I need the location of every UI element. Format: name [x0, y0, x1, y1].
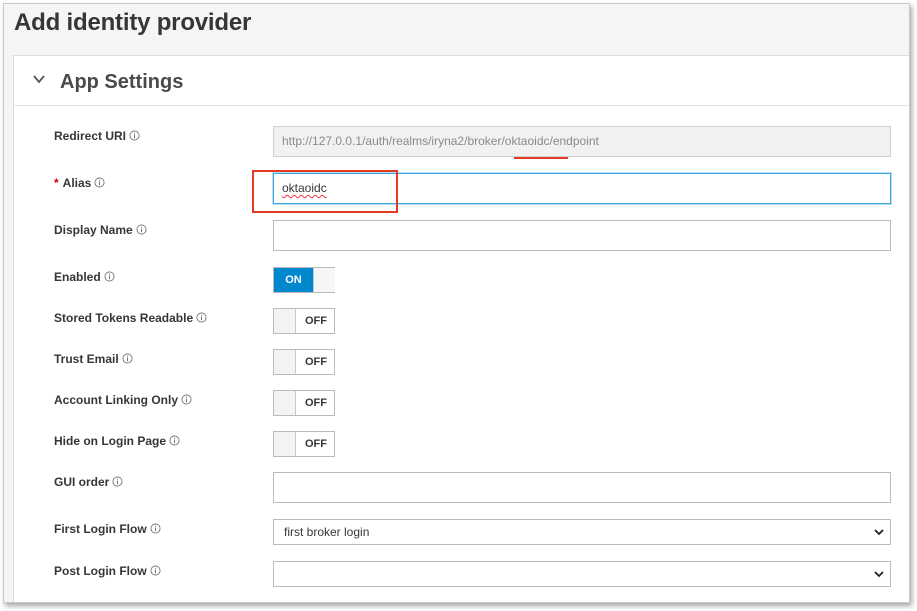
toggle-knob: [274, 350, 296, 374]
toggle-knob: [313, 268, 335, 292]
toggle-knob: [274, 391, 296, 415]
section-title: App Settings: [60, 71, 184, 93]
required-marker: *: [54, 176, 59, 190]
toggle-state: ON: [274, 268, 313, 292]
panel-header[interactable]: App Settings: [14, 56, 909, 106]
app-settings-panel: App Settings Redirect URI http://127.0.0…: [13, 55, 909, 602]
info-icon[interactable]: [104, 271, 115, 282]
display-name-input[interactable]: [273, 220, 891, 251]
app-frame: Add identity provider App Settings Redir…: [3, 3, 910, 603]
enabled-label: Enabled: [54, 270, 115, 284]
info-icon[interactable]: [129, 130, 140, 141]
info-icon[interactable]: [150, 523, 161, 534]
info-icon[interactable]: [196, 312, 207, 323]
alias-label: * Alias: [54, 176, 105, 190]
info-icon[interactable]: [136, 224, 147, 235]
info-icon[interactable]: [169, 435, 180, 446]
post-login-flow-label: Post Login Flow: [54, 564, 161, 578]
account-linking-only-toggle[interactable]: OFF: [273, 390, 335, 416]
chevron-down-icon[interactable]: [32, 72, 46, 86]
post-login-flow-select[interactable]: [273, 561, 891, 587]
page-title: Add identity provider: [14, 9, 252, 36]
caret-down-icon: [874, 529, 884, 536]
annotation-underline: [514, 157, 568, 159]
info-icon[interactable]: [94, 177, 105, 188]
redirect-uri-field[interactable]: http://127.0.0.1/auth/realms/iryna2/brok…: [273, 126, 891, 157]
caret-down-icon: [874, 571, 884, 578]
info-icon[interactable]: [150, 565, 161, 576]
toggle-state: OFF: [305, 356, 327, 368]
gui-order-input[interactable]: [273, 472, 891, 503]
trust-email-label: Trust Email: [54, 352, 133, 366]
stored-tokens-readable-toggle[interactable]: OFF: [273, 308, 335, 334]
stored-tokens-readable-label: Stored Tokens Readable: [54, 311, 207, 325]
display-name-label: Display Name: [54, 223, 147, 237]
enabled-toggle[interactable]: ON: [273, 267, 335, 293]
toggle-knob: [274, 309, 296, 333]
first-login-flow-label: First Login Flow: [54, 522, 161, 536]
hide-on-login-page-label: Hide on Login Page: [54, 434, 180, 448]
first-login-flow-select[interactable]: first broker login: [273, 519, 891, 545]
info-icon[interactable]: [122, 353, 133, 364]
account-linking-only-label: Account Linking Only: [54, 393, 192, 407]
first-login-flow-value: first broker login: [284, 525, 370, 539]
info-icon[interactable]: [112, 476, 123, 487]
toggle-state: OFF: [305, 315, 327, 327]
toggle-state: OFF: [305, 438, 327, 450]
redirect-uri-label: Redirect URI: [54, 129, 140, 143]
trust-email-toggle[interactable]: OFF: [273, 349, 335, 375]
annotation-highlight-box: [252, 170, 398, 213]
gui-order-label: GUI order: [54, 475, 123, 489]
hide-on-login-page-toggle[interactable]: OFF: [273, 431, 335, 457]
info-icon[interactable]: [181, 394, 192, 405]
toggle-knob: [274, 432, 296, 456]
toggle-state: OFF: [305, 397, 327, 409]
